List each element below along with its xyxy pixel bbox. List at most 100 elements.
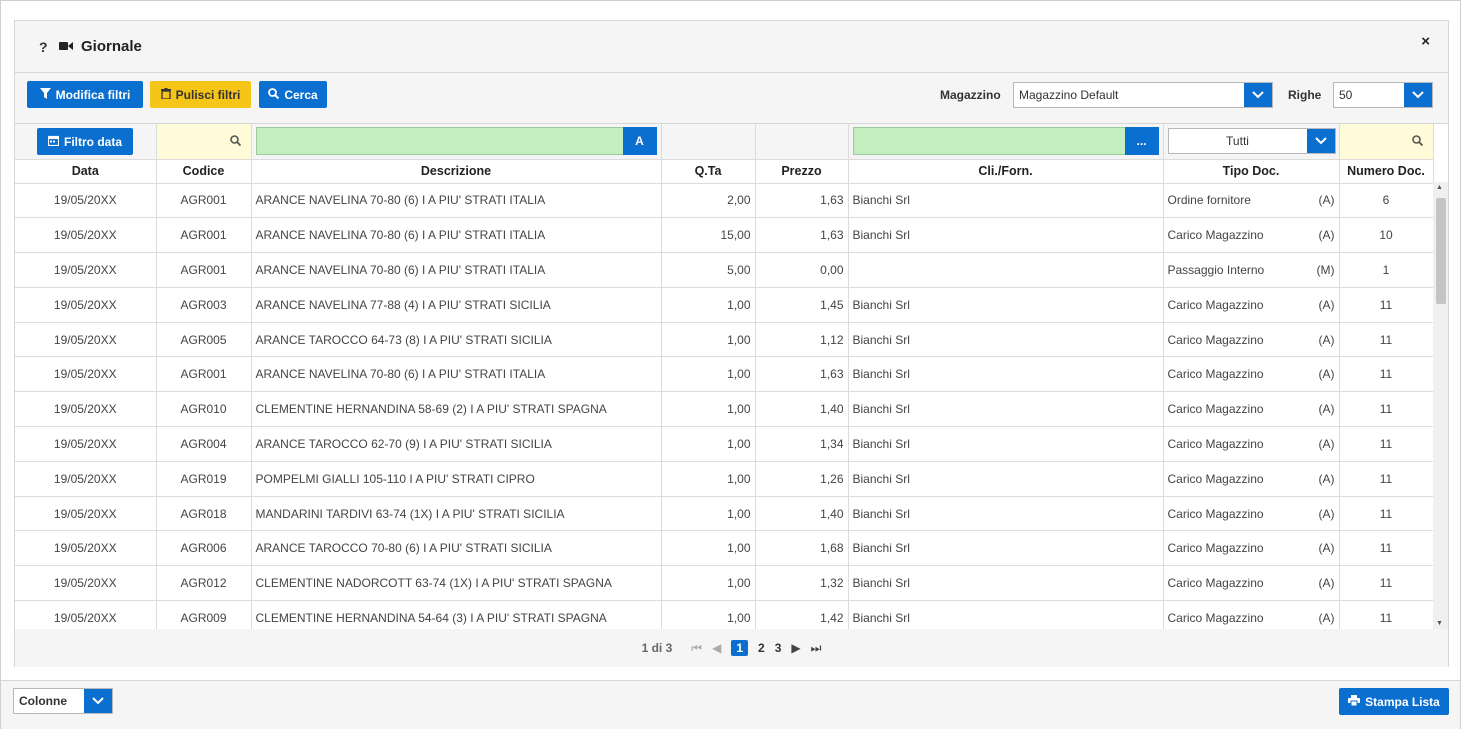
stampa-lista-label: Stampa Lista — [1365, 694, 1440, 709]
cell-qta: 1,00 — [661, 356, 756, 393]
filtro-data-button[interactable]: Filtro data — [37, 128, 133, 155]
prev-page-icon[interactable]: ◀ — [712, 641, 721, 655]
cell-numero-doc: 11 — [1339, 530, 1434, 567]
prezzo-filter-cell — [755, 124, 849, 160]
cell-descrizione: POMPELMI GIALLI 105-110 I A PIU' STRATI … — [251, 461, 662, 497]
cell-numero-doc: 11 — [1339, 287, 1434, 323]
cliforn-filter-button[interactable]: ... — [1124, 127, 1159, 155]
chevron-down-icon[interactable] — [1306, 129, 1335, 153]
tipo-doc-text: Carico Magazzino — [1167, 402, 1264, 417]
column-header-numero-doc[interactable]: Numero Doc. — [1339, 159, 1434, 184]
table-row[interactable]: 19/05/20XX AGR010 CLEMENTINE HERNANDINA 58… — [15, 391, 1434, 428]
chevron-down-icon[interactable] — [1244, 83, 1272, 107]
filtro-data-cell: Filtro data — [15, 124, 157, 160]
close-icon[interactable]: × — [1421, 33, 1430, 50]
last-page-icon[interactable]: ⏭ — [811, 641, 822, 656]
cell-data: 19/05/20XX — [15, 183, 157, 219]
table-row[interactable]: 19/05/20XX AGR001 ARANCE NAVELINA 70-80 (6… — [15, 356, 1434, 393]
help-icon[interactable]: ? — [39, 39, 59, 55]
righe-value: 50 — [1339, 88, 1353, 102]
magazzino-select[interactable]: Magazzino Default — [1013, 82, 1273, 108]
scroll-down-icon[interactable]: ▼ — [1436, 620, 1443, 627]
cell-data: 19/05/20XX — [15, 322, 157, 358]
righe-select[interactable]: 50 — [1333, 82, 1433, 108]
next-page-icon[interactable]: ▶ — [791, 641, 800, 655]
tipo-doc-code: (M) — [1316, 262, 1335, 277]
cell-qta: 1,00 — [661, 426, 756, 462]
column-header-tipo-doc[interactable]: Tipo Doc. — [1163, 159, 1340, 184]
cliforn-filter-input[interactable]: ... — [852, 127, 1159, 155]
cell-cliforn: Bianchi Srl — [848, 391, 1164, 428]
magazzino-label: Magazzino — [940, 88, 1001, 102]
cell-qta: 1,00 — [661, 461, 756, 497]
column-header-descrizione[interactable]: Descrizione — [251, 159, 662, 184]
numero-filter[interactable] — [1339, 124, 1434, 160]
table-row[interactable]: 19/05/20XX AGR006 ARANCE TAROCCO 70-80 (6)… — [15, 530, 1434, 567]
table-row[interactable]: 19/05/20XX AGR001 ARANCE NAVELINA 70-80 (6… — [15, 252, 1434, 288]
cell-numero-doc: 10 — [1339, 217, 1434, 254]
cell-qta: 1,00 — [661, 287, 756, 323]
cell-codice: AGR001 — [156, 183, 252, 219]
search-icon[interactable] — [229, 135, 241, 149]
tipo-doc-text: Carico Magazzino — [1167, 297, 1264, 312]
column-header-prezzo[interactable]: Prezzo — [755, 159, 849, 184]
cell-descrizione: ARANCE TAROCCO 62-70 (9) I A PIU' STRATI… — [251, 426, 662, 462]
cell-descrizione: ARANCE NAVELINA 70-80 (6) I A PIU' STRAT… — [251, 252, 662, 288]
table-row[interactable]: 19/05/20XX AGR019 POMPELMI GIALLI 105-110 … — [15, 461, 1434, 497]
scrollbar-thumb[interactable] — [1436, 198, 1446, 304]
column-header-cliforn[interactable]: Cli./Forn. — [848, 159, 1164, 184]
tipo-doc-code: (A) — [1318, 576, 1335, 591]
cell-cliforn: Bianchi Srl — [848, 530, 1164, 567]
tipo-doc-text: Ordine fornitore — [1167, 193, 1251, 208]
cell-data: 19/05/20XX — [15, 600, 157, 629]
chevron-down-icon[interactable] — [84, 689, 112, 713]
footer: Colonne Stampa Lista — [1, 681, 1460, 729]
vertical-scrollbar[interactable]: ▼ ▲ — [1433, 182, 1448, 629]
table-row[interactable]: 19/05/20XX AGR004 ARANCE TAROCCO 62-70 (9)… — [15, 426, 1434, 462]
page-3-button[interactable]: 3 — [775, 641, 782, 655]
column-header-data[interactable]: Data — [15, 159, 157, 184]
column-header-codice[interactable]: Codice — [156, 159, 252, 184]
cell-data: 19/05/20XX — [15, 391, 157, 428]
page-2-button[interactable]: 2 — [758, 641, 765, 655]
table-row[interactable]: 19/05/20XX AGR009 CLEMENTINE HERNANDINA 54… — [15, 600, 1434, 629]
tipo-doc-text: Carico Magazzino — [1167, 436, 1264, 451]
table-row[interactable]: 19/05/20XX AGR018 MANDARINI TARDIVI 63-74 … — [15, 496, 1434, 532]
cerca-button[interactable]: Cerca — [259, 81, 327, 108]
chevron-down-icon[interactable] — [1404, 83, 1432, 107]
page-1-button[interactable]: 1 — [731, 640, 748, 656]
stampa-lista-button[interactable]: Stampa Lista — [1339, 688, 1449, 715]
tipo-doc-text: Carico Magazzino — [1167, 471, 1264, 486]
cell-codice: AGR010 — [156, 391, 252, 428]
codice-filter[interactable] — [156, 124, 252, 160]
colonne-select[interactable]: Colonne — [13, 688, 113, 714]
column-header-qta[interactable]: Q.Ta — [661, 159, 756, 184]
table-row[interactable]: 19/05/20XX AGR005 ARANCE TAROCCO 64-73 (8)… — [15, 322, 1434, 358]
page-title: Giornale — [81, 38, 142, 55]
scroll-up-icon[interactable]: ▲ — [1436, 184, 1443, 191]
descrizione-filter-button[interactable]: A — [622, 127, 657, 155]
table-row[interactable]: 19/05/20XX AGR001 ARANCE NAVELINA 70-80 (6… — [15, 183, 1434, 219]
cell-tipo-doc: Carico Magazzino (A) — [1163, 322, 1340, 358]
search-icon[interactable] — [1411, 135, 1423, 149]
cell-data: 19/05/20XX — [15, 496, 157, 532]
cell-tipo-doc: Carico Magazzino (A) — [1163, 530, 1340, 567]
modifica-filtri-label: Modifica filtri — [55, 87, 131, 102]
table-row[interactable]: 19/05/20XX AGR012 CLEMENTINE NADORCOTT 63-… — [15, 565, 1434, 602]
tipo-doc-select[interactable]: Tutti — [1167, 128, 1336, 154]
descrizione-filter-input[interactable]: A — [255, 127, 657, 155]
first-page-icon[interactable]: ⏮ — [691, 641, 702, 656]
pulisci-filtri-button[interactable]: Pulisci filtri — [150, 81, 251, 108]
modifica-filtri-button[interactable]: Modifica filtri — [27, 81, 143, 108]
table-row[interactable]: 19/05/20XX AGR003 ARANCE NAVELINA 77-88 (4… — [15, 287, 1434, 323]
cell-codice: AGR009 — [156, 600, 252, 629]
cell-prezzo: 1,68 — [755, 530, 849, 567]
journal-table: Filtro data A ... Tutti Data Codice Desc… — [15, 124, 1434, 629]
cliforn-filter-cell: ... — [848, 124, 1164, 160]
table-row[interactable]: 19/05/20XX AGR001 ARANCE NAVELINA 70-80 (6… — [15, 217, 1434, 254]
cell-data: 19/05/20XX — [15, 530, 157, 567]
video-camera-icon[interactable] — [59, 40, 75, 54]
tipo-filter-cell: Tutti — [1163, 124, 1340, 160]
cell-prezzo: 1,34 — [755, 426, 849, 462]
cell-descrizione: ARANCE NAVELINA 70-80 (6) I A PIU' STRAT… — [251, 356, 662, 393]
